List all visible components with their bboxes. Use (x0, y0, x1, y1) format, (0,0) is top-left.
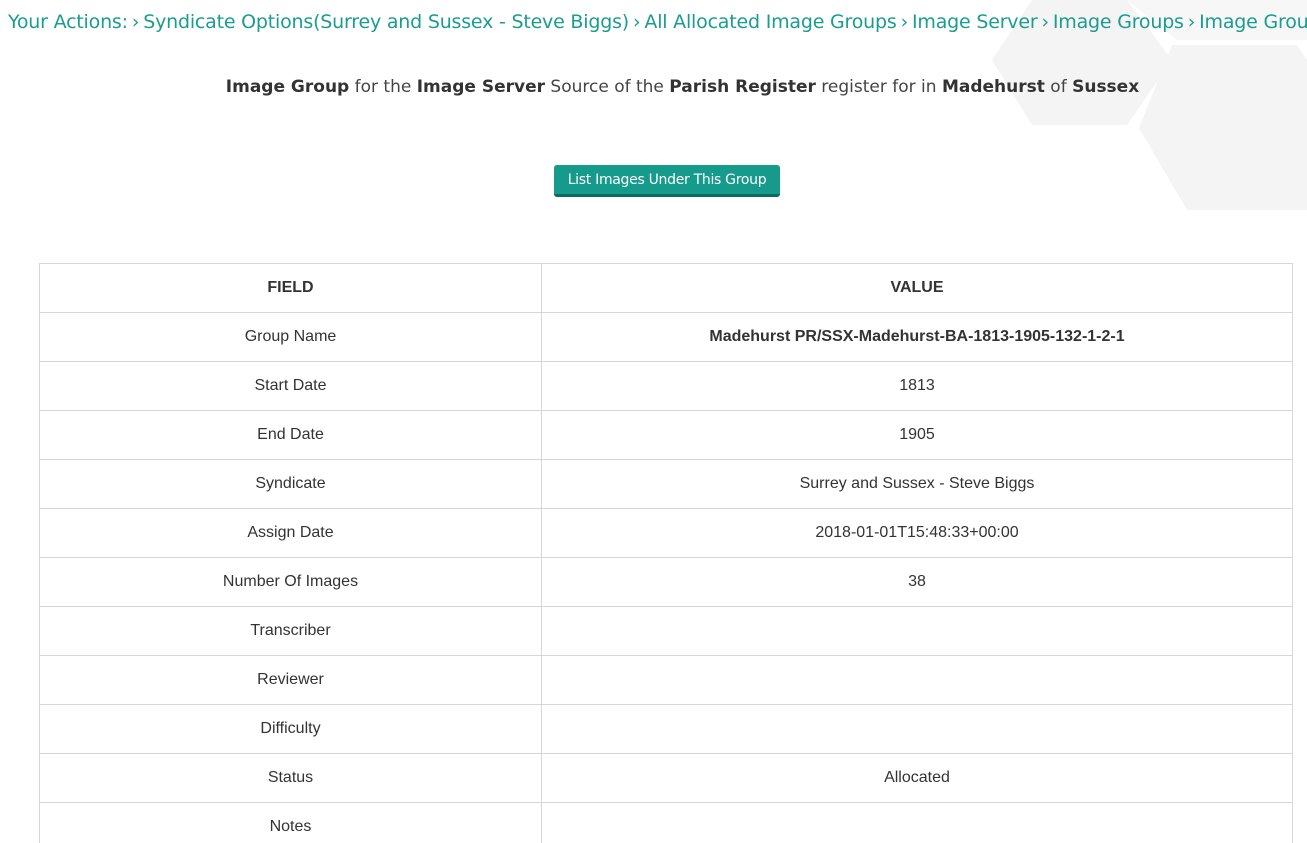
table-row: Assign Date 2018-01-01T15:48:33+00:00 (39, 508, 1293, 558)
table-row: Difficulty (39, 704, 1293, 754)
heading-image-group: Image Group (225, 77, 350, 97)
breadcrumb-separator-icon: › (900, 11, 909, 33)
field-label: End Date (39, 410, 542, 460)
breadcrumb-link-image-group[interactable]: Image Group (1199, 11, 1307, 33)
field-value: 38 (541, 557, 1293, 607)
table-row: End Date 1905 (39, 410, 1293, 460)
table-row: Group Name Madehurst PR/SSX-Madehurst-BA… (39, 312, 1293, 362)
field-label: Group Name (39, 312, 542, 362)
field-value (541, 606, 1293, 656)
field-label: Reviewer (39, 655, 542, 705)
breadcrumb-link-syndicate-options[interactable]: Syndicate Options(Surrey and Sussex - St… (143, 11, 629, 33)
field-value (541, 704, 1293, 754)
table-row: Notes (39, 802, 1293, 843)
heading-text: of (1044, 77, 1073, 97)
breadcrumb: Your Actions: › Syndicate Options(Surrey a… (8, 8, 1307, 36)
breadcrumb-separator-icon: › (1187, 11, 1196, 33)
field-label: Notes (39, 802, 542, 843)
heading-text: Source of the (545, 77, 670, 97)
table-header-row: FIELD VALUE (39, 263, 1293, 313)
list-images-button[interactable]: List Images Under This Group (554, 165, 780, 197)
field-value (541, 655, 1293, 705)
heading-place: Madehurst (941, 77, 1045, 97)
breadcrumb-prefix: Your Actions: (8, 11, 128, 33)
field-label: Assign Date (39, 508, 542, 558)
breadcrumb-link-image-server[interactable]: Image Server (912, 11, 1038, 33)
heading-text: register for in (815, 77, 942, 97)
heading-parish-register: Parish Register (669, 77, 816, 97)
breadcrumb-link-image-groups[interactable]: Image Groups (1053, 11, 1184, 33)
field-value: 1813 (541, 361, 1293, 411)
heading-image-server: Image Server (416, 77, 545, 97)
field-value: 2018-01-01T15:48:33+00:00 (541, 508, 1293, 558)
field-label: Syndicate (39, 459, 542, 509)
field-value: Madehurst PR/SSX-Madehurst-BA-1813-1905-… (541, 312, 1293, 362)
breadcrumb-link-all-allocated-image-groups[interactable]: All Allocated Image Groups (644, 11, 896, 33)
breadcrumb-separator-icon: › (1041, 11, 1049, 33)
field-value: 1905 (541, 410, 1293, 460)
field-value (541, 802, 1293, 843)
heading-county: Sussex (1072, 77, 1140, 97)
field-label: Start Date (39, 361, 542, 411)
breadcrumb-separator-icon: › (632, 11, 641, 33)
field-value: Allocated (541, 753, 1293, 803)
column-header-field: FIELD (39, 263, 542, 313)
table-row: Transcriber (39, 606, 1293, 656)
table-row: Start Date 1813 (39, 361, 1293, 411)
page-heading: Image Group for the Image Server Source … (0, 74, 1307, 100)
field-label: Number Of Images (39, 557, 542, 607)
table-row: Number Of Images 38 (39, 557, 1293, 607)
field-label: Status (39, 753, 542, 803)
column-header-value: VALUE (541, 263, 1293, 313)
field-label: Transcriber (39, 606, 542, 656)
table-row: Syndicate Surrey and Sussex - Steve Bigg… (39, 459, 1293, 509)
field-label: Difficulty (39, 704, 542, 754)
table-row: Status Allocated (39, 753, 1293, 803)
table-row: Reviewer (39, 655, 1293, 705)
heading-text: for the (349, 77, 417, 97)
breadcrumb-separator-icon: › (131, 11, 140, 33)
field-value: Surrey and Sussex - Steve Biggs (541, 459, 1293, 509)
image-group-details-table: FIELD VALUE Group Name Madehurst PR/SSX-… (39, 263, 1293, 843)
